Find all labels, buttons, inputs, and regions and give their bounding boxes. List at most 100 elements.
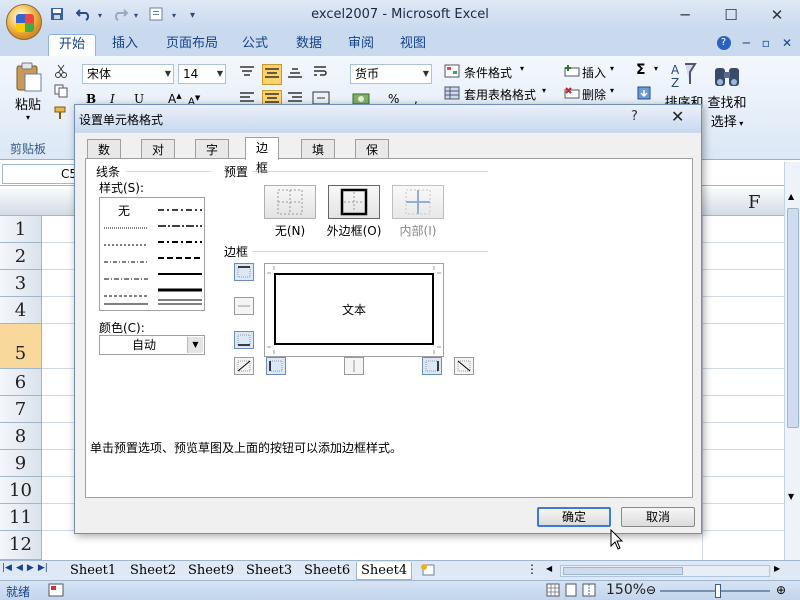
- tab-split-handle[interactable]: ⋮: [526, 562, 538, 576]
- row-header-5[interactable]: 5: [0, 324, 42, 369]
- row-header-9[interactable]: 9: [0, 450, 42, 477]
- office-button[interactable]: [6, 4, 42, 40]
- border-inside-horizontal-button[interactable]: [234, 297, 254, 315]
- hscrollbar-thumb[interactable]: [563, 567, 683, 575]
- cancel-button[interactable]: 取消: [621, 507, 695, 527]
- border-right-button[interactable]: [422, 357, 442, 375]
- zoom-out-icon[interactable]: ⊖: [646, 583, 656, 597]
- tab-data[interactable]: 数据: [286, 34, 332, 56]
- border-inside-vertical-button[interactable]: [344, 357, 364, 375]
- number-format-combo[interactable]: 货币 ▼: [350, 64, 432, 84]
- row-header-2[interactable]: 2: [0, 243, 42, 270]
- column-header-f[interactable]: F: [748, 192, 761, 213]
- zoom-slider-thumb[interactable]: [715, 584, 721, 598]
- line-color-dropdown-icon[interactable]: ▼: [187, 337, 203, 353]
- insert-cells-dropdown-icon[interactable]: ▾: [610, 64, 614, 73]
- find-select-button[interactable]: 查找和 选择 ▾: [706, 60, 748, 130]
- dialog-title-bar[interactable]: 设置单元格格式 ? ✕: [75, 105, 701, 133]
- border-preview[interactable]: 文本: [264, 263, 444, 357]
- autosum-dropdown-icon[interactable]: ▾: [654, 64, 658, 73]
- scroll-up-icon[interactable]: ▲: [788, 192, 794, 201]
- row-header-12[interactable]: 12: [0, 531, 42, 560]
- scrollbar-thumb[interactable]: [787, 208, 799, 428]
- sheet-tab-sheet4[interactable]: Sheet4: [356, 562, 413, 580]
- preset-outline-button[interactable]: [328, 185, 380, 219]
- zoom-in-icon[interactable]: ⊕: [776, 583, 786, 597]
- page-layout-view-icon[interactable]: [564, 583, 578, 600]
- help-icon[interactable]: ?: [716, 36, 731, 50]
- page-break-preview-icon[interactable]: [582, 583, 596, 600]
- tab-formulas[interactable]: 公式: [232, 34, 278, 56]
- font-name-combo[interactable]: 宋体 ▼: [82, 64, 174, 84]
- font-size-combo[interactable]: 14 ▼: [178, 64, 226, 84]
- align-middle-icon[interactable]: [262, 64, 282, 85]
- close-window-button[interactable]: ✕: [754, 0, 800, 30]
- border-left-button[interactable]: [266, 357, 286, 375]
- font-size-dropdown-icon[interactable]: ▼: [217, 65, 223, 83]
- format-as-table-dropdown-icon[interactable]: ▾: [542, 86, 546, 95]
- line-style-list[interactable]: 无: [99, 197, 205, 311]
- tab-view[interactable]: 视图: [390, 34, 436, 56]
- insert-sheet-icon[interactable]: [420, 563, 436, 580]
- row-header-6[interactable]: 6: [0, 369, 42, 396]
- format-as-table-icon[interactable]: [444, 86, 460, 103]
- preset-inside-button[interactable]: [392, 185, 444, 219]
- scroll-down-icon[interactable]: ▼: [788, 492, 794, 501]
- conditional-formatting-icon[interactable]: [444, 64, 460, 81]
- maximize-button[interactable]: ☐: [708, 0, 754, 30]
- minimize-button[interactable]: ─: [662, 0, 708, 30]
- next-sheet-icon[interactable]: ▶: [27, 563, 34, 573]
- tab-insert[interactable]: 插入: [102, 34, 148, 56]
- find-select-dropdown-icon[interactable]: ▾: [737, 119, 743, 128]
- tab-home[interactable]: 开始: [48, 34, 97, 56]
- ribbon-minimize-icon[interactable]: ─: [743, 36, 750, 50]
- border-diagonal-up-button[interactable]: [234, 357, 254, 375]
- sheet-tab-sheet3[interactable]: Sheet3: [242, 562, 296, 580]
- dialog-tab-border[interactable]: 边框: [245, 137, 280, 175]
- align-top-icon[interactable]: [238, 64, 256, 83]
- row-header-10[interactable]: 10: [0, 477, 42, 504]
- row-header-7[interactable]: 7: [0, 396, 42, 423]
- ribbon-restore-icon[interactable]: ▫: [762, 36, 770, 50]
- preset-none-button[interactable]: [264, 185, 316, 219]
- line-color-combo[interactable]: 自动 ▼: [99, 335, 205, 355]
- row-header-1[interactable]: 1: [0, 216, 42, 243]
- dialog-help-button[interactable]: ?: [631, 109, 638, 124]
- row-header-11[interactable]: 11: [0, 504, 42, 531]
- sheet-tab-sheet1[interactable]: Sheet1: [66, 562, 120, 580]
- autosum-button[interactable]: Σ: [636, 62, 646, 78]
- insert-cells-button[interactable]: 插入: [582, 64, 606, 81]
- insert-cells-icon[interactable]: [564, 64, 580, 81]
- paste-dropdown-icon[interactable]: ▾: [10, 113, 46, 122]
- hscroll-left-icon[interactable]: ◀: [546, 564, 552, 573]
- sheet-tab-sheet6[interactable]: Sheet6: [300, 562, 354, 580]
- number-format-dropdown-icon[interactable]: ▼: [423, 65, 429, 83]
- horizontal-scrollbar[interactable]: [560, 565, 770, 577]
- dialog-tab-protection[interactable]: 保护: [355, 139, 390, 177]
- copy-icon[interactable]: [54, 84, 68, 101]
- row-header-3[interactable]: 3: [0, 270, 42, 297]
- wrap-text-icon[interactable]: [312, 64, 328, 83]
- align-bottom-icon[interactable]: [286, 64, 304, 83]
- dialog-tab-alignment[interactable]: 对齐: [141, 139, 176, 177]
- prev-sheet-icon[interactable]: ◀: [16, 563, 23, 573]
- delete-cells-button[interactable]: 删除: [582, 86, 606, 103]
- conditional-formatting-dropdown-icon[interactable]: ▾: [520, 64, 524, 73]
- ribbon-close-icon[interactable]: ✕: [782, 36, 792, 50]
- cut-icon[interactable]: [54, 64, 68, 81]
- fill-icon[interactable]: [636, 86, 652, 103]
- delete-cells-icon[interactable]: [564, 86, 580, 103]
- zoom-level[interactable]: 150%: [606, 582, 646, 598]
- sheet-tab-sheet2[interactable]: Sheet2: [126, 562, 180, 580]
- dialog-close-button[interactable]: ✕: [671, 107, 684, 126]
- border-bottom-button[interactable]: [234, 331, 254, 349]
- dialog-tab-number[interactable]: 数字: [87, 139, 122, 177]
- vertical-scrollbar[interactable]: ▲ ▼: [784, 162, 800, 560]
- dialog-tab-font[interactable]: 字体: [195, 139, 230, 177]
- last-sheet-icon[interactable]: ▶|: [38, 563, 48, 573]
- row-header-8[interactable]: 8: [0, 423, 42, 450]
- tab-review[interactable]: 审阅: [338, 34, 384, 56]
- normal-view-icon[interactable]: [546, 583, 560, 600]
- font-name-dropdown-icon[interactable]: ▼: [165, 65, 171, 83]
- sheet-tab-sheet9[interactable]: Sheet9: [184, 562, 238, 580]
